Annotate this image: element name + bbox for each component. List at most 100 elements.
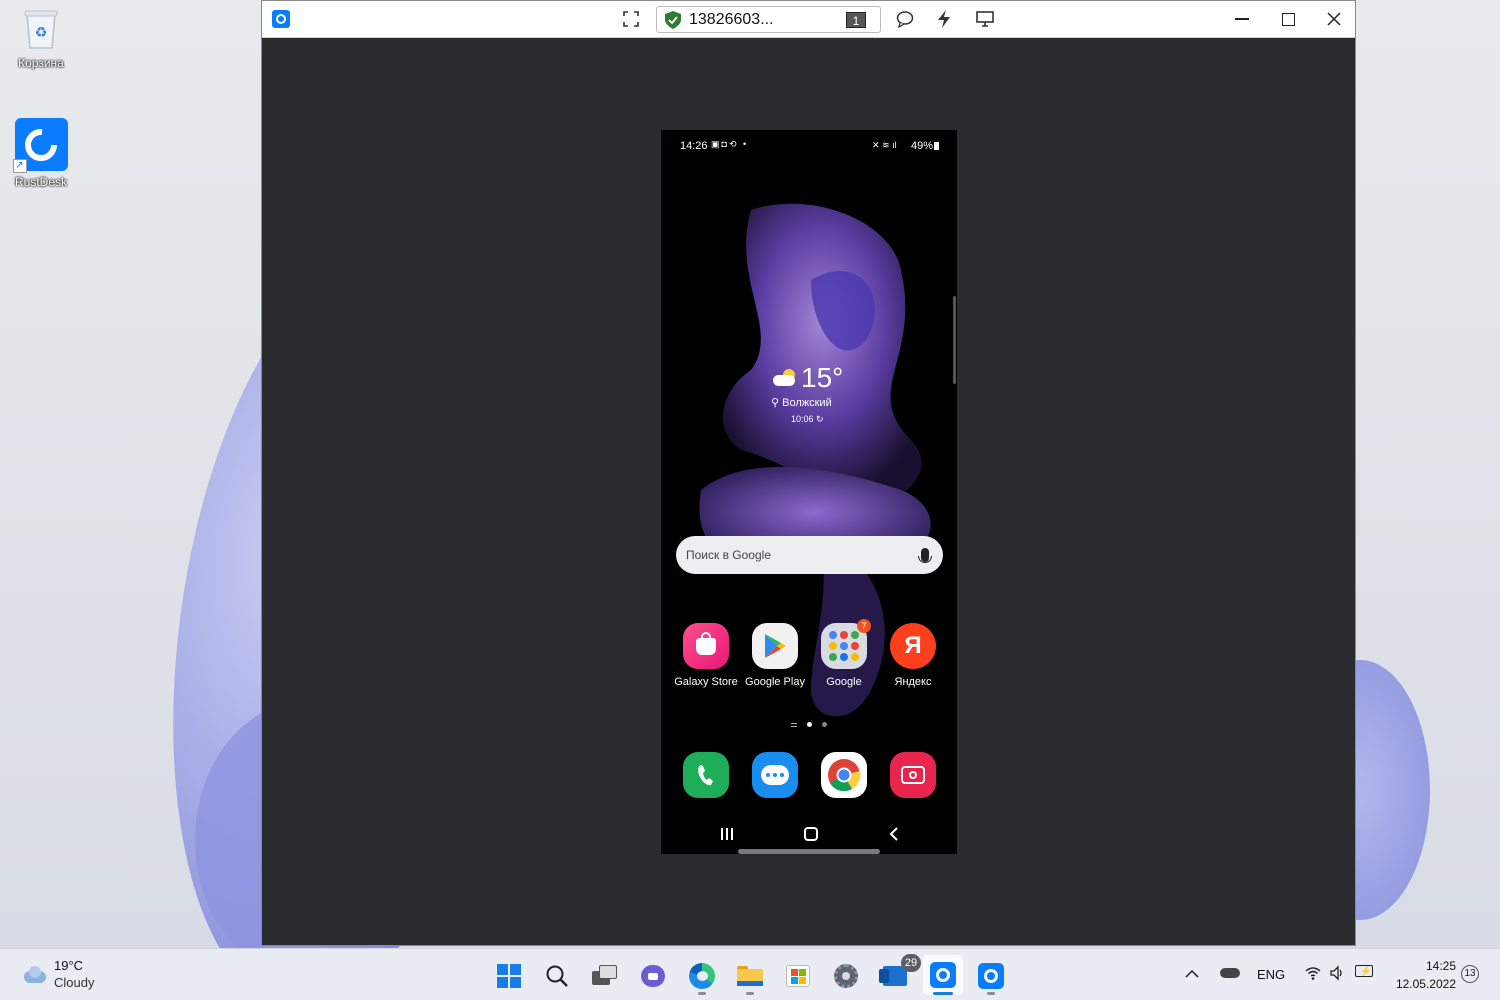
battery-icon	[934, 142, 939, 150]
chrome-icon[interactable]	[821, 752, 867, 798]
peer-id-box[interactable]: 13826603... 1	[656, 6, 881, 33]
page-dot-active	[807, 722, 812, 727]
microsoft-store-button[interactable]	[782, 960, 814, 992]
app-label: Galaxy Store	[674, 676, 738, 688]
galaxy-store-icon	[683, 623, 729, 669]
edge-running-indicator	[698, 992, 706, 995]
edge-button[interactable]	[686, 960, 718, 992]
wifi-icon[interactable]	[1305, 966, 1321, 985]
rustdesk-icon: ↗	[12, 118, 68, 173]
edge-icon	[689, 963, 715, 989]
rustdesk-taskbar-button-active[interactable]	[923, 955, 963, 995]
cloud-sun-icon	[771, 369, 797, 387]
phone-status-bar: 14:26 ▣◘⟲ • ✕ ≋ ıl 49%	[661, 130, 957, 160]
remote-session-window: 13826603... 1 14:26 ▣◘⟲ • ✕ ≋ ıl 49% 15°…	[261, 0, 1356, 946]
task-view-icon	[592, 965, 618, 987]
app-logo-icon	[269, 7, 293, 31]
window-titlebar[interactable]: 13826603... 1	[262, 1, 1355, 38]
close-button[interactable]	[1319, 5, 1349, 33]
clock-time: 14:25	[1425, 959, 1456, 973]
location-pin-icon: ⚲	[771, 397, 783, 409]
teams-chat-button[interactable]	[637, 960, 669, 992]
svg-text:♻: ♻	[35, 24, 48, 40]
signal-icons: ✕ ≋ ıl	[872, 140, 897, 150]
file-explorer-button[interactable]	[734, 960, 766, 992]
task-view-button[interactable]	[589, 960, 621, 992]
desktop-icon-label: RustDesk	[14, 175, 67, 189]
explorer-running-indicator	[746, 992, 754, 995]
home-button[interactable]	[804, 827, 818, 841]
start-button[interactable]	[493, 960, 525, 992]
rustdesk-taskbar-button[interactable]	[975, 960, 1007, 992]
app-galaxy-store[interactable]: Galaxy Store	[670, 623, 742, 688]
google-play-icon	[752, 623, 798, 669]
app-google-play[interactable]: Google Play	[739, 623, 811, 688]
google-folder-icon: 7	[821, 619, 871, 669]
shortcut-arrow-icon: ↗	[12, 159, 27, 173]
settings-button[interactable]	[830, 960, 862, 992]
maximize-button[interactable]	[1273, 5, 1303, 33]
minimize-icon	[1235, 18, 1249, 20]
peer-id-text: 13826603...	[689, 10, 774, 28]
app-yandex[interactable]: Я Яндекс	[877, 623, 949, 688]
search-button[interactable]	[541, 960, 573, 992]
weather-temp: 15°	[801, 362, 844, 393]
page-indicator	[791, 722, 827, 727]
show-hidden-icons-button[interactable]	[1184, 966, 1200, 984]
weather-temp-taskbar: 19°C	[54, 958, 84, 973]
remote-phone-screen[interactable]: 14:26 ▣◘⟲ • ✕ ≋ ıl 49% 15° ⚲ Волжский 10…	[661, 130, 957, 854]
phone-wallpaper	[699, 203, 931, 717]
weather-city: Волжский	[782, 397, 832, 409]
clock-date: 12.05.2022	[1395, 977, 1456, 991]
lightning-icon[interactable]	[932, 7, 956, 31]
recent-apps-button[interactable]	[721, 828, 735, 840]
recycle-bin-icon: ♻	[19, 6, 63, 52]
weather-widget-taskbar[interactable]: 19°C Cloudy	[20, 957, 94, 991]
notification-count-badge[interactable]: 13	[1461, 965, 1479, 983]
microphone-icon[interactable]	[918, 548, 932, 563]
google-search-bar[interactable]: Поиск в Google	[676, 536, 943, 574]
weather-widget[interactable]: 15° ⚲ Волжский 10:06 ↻	[771, 362, 861, 425]
notification-icons: ▣◘⟲ •	[711, 139, 749, 149]
search-icon	[546, 965, 568, 987]
desktop-icon-rustdesk[interactable]: ↗ RustDesk	[6, 118, 76, 189]
desktop-icon-recycle-bin[interactable]: ♻ Корзина	[6, 6, 76, 70]
shield-icon	[665, 10, 681, 29]
gear-icon	[834, 964, 858, 988]
volume-icon[interactable]	[1329, 965, 1345, 986]
refresh-icon[interactable]: ↻	[816, 414, 824, 424]
rustdesk-icon	[978, 963, 1004, 989]
chat-icon[interactable]	[893, 7, 917, 31]
minimize-button[interactable]	[1227, 5, 1257, 33]
vertical-scrollbar[interactable]	[953, 296, 956, 384]
rustdesk-icon	[930, 962, 956, 988]
rustdesk-active-indicator	[933, 992, 953, 995]
battery-charging-icon[interactable]: ⚡	[1355, 965, 1373, 977]
desktop-icon-label: Корзина	[18, 56, 64, 70]
language-indicator[interactable]: ENG	[1257, 967, 1285, 982]
windows-logo-icon	[497, 964, 521, 988]
display-icon[interactable]	[973, 7, 997, 31]
status-time: 14:26	[680, 140, 708, 152]
mail-button[interactable]: 29	[879, 954, 921, 992]
app-label: Google	[826, 676, 862, 688]
fullscreen-icon[interactable]	[619, 7, 643, 31]
horizontal-scrollbar[interactable]	[738, 849, 880, 854]
app-google-folder[interactable]: 7 Google	[808, 619, 880, 688]
onedrive-icon[interactable]	[1220, 968, 1240, 978]
back-button[interactable]	[889, 827, 899, 841]
monitor-count[interactable]: 1	[846, 11, 866, 28]
battery-percent: 49%	[911, 140, 934, 152]
camera-icon[interactable]	[890, 752, 936, 798]
messages-icon[interactable]	[752, 752, 798, 798]
home-lines-icon	[791, 722, 797, 727]
close-icon	[1327, 12, 1341, 26]
clock[interactable]: 14:25 12.05.2022	[1390, 957, 1456, 993]
taskbar: 19°C Cloudy 29 ENG ⚡ 14:25 12.05.2022 13	[0, 948, 1500, 1000]
maximize-icon	[1281, 12, 1295, 26]
weather-desc-taskbar: Cloudy	[54, 975, 95, 990]
page-dot	[822, 722, 827, 727]
phone-icon[interactable]	[683, 752, 729, 798]
store-icon	[786, 965, 810, 987]
folder-icon	[737, 966, 763, 986]
